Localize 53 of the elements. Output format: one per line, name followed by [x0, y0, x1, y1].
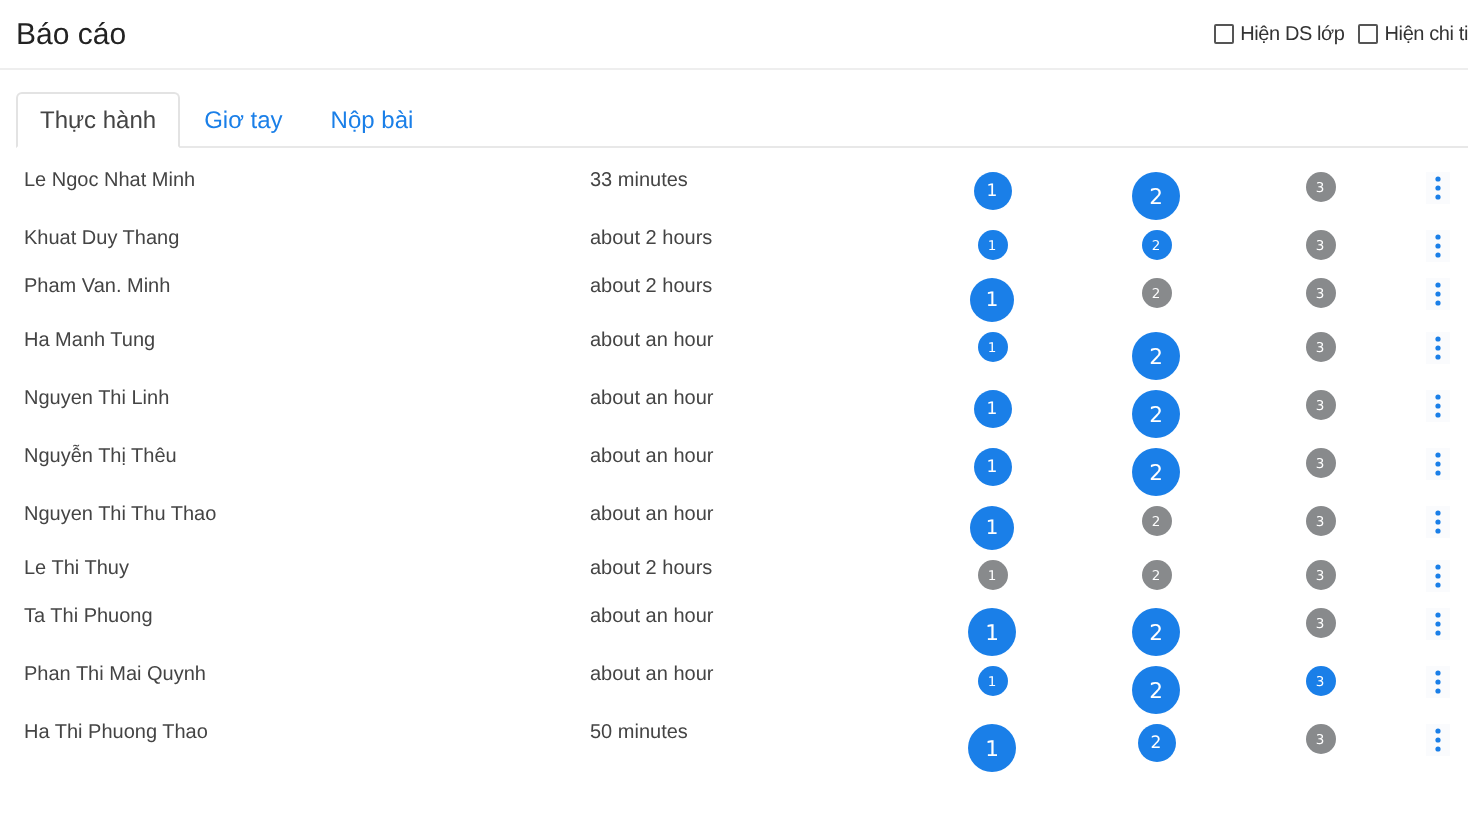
step-badge: 2 — [1132, 390, 1180, 438]
elapsed-time: about 2 hours — [590, 274, 715, 298]
elapsed-time: about an hour — [590, 444, 716, 468]
more-menu-icon[interactable] — [1426, 448, 1450, 480]
step-badge: 2 — [1132, 172, 1180, 220]
student-name: Le Thi Thuy — [24, 556, 131, 580]
tab[interactable]: Giơ tay — [180, 92, 307, 148]
elapsed-time: about 2 hours — [590, 556, 715, 580]
step-badge: 2 — [1132, 608, 1180, 656]
step-badge: 2 — [1132, 666, 1180, 714]
step-badge: 1 — [970, 278, 1014, 322]
student-name: Khuat Duy Thang — [24, 226, 182, 250]
more-menu-icon[interactable] — [1426, 332, 1450, 364]
more-menu-icon[interactable] — [1426, 172, 1450, 204]
elapsed-time: about an hour — [590, 502, 716, 526]
more-menu-icon[interactable] — [1426, 390, 1450, 422]
student-name: Ha Manh Tung — [24, 328, 158, 352]
tab[interactable]: Nộp bài — [306, 92, 438, 148]
student-name: Nguyen Thi Linh — [24, 386, 172, 410]
student-name: Nguyen Thi Thu Thao — [24, 502, 219, 526]
step-badge: 2 — [1132, 332, 1180, 380]
step-badge: 2 — [1137, 724, 1175, 762]
student-name: Pham Van. Minh — [24, 274, 173, 298]
more-menu-icon[interactable] — [1426, 506, 1450, 538]
checkbox-option[interactable]: Hiện chi ti — [1358, 23, 1468, 45]
step-badge: 1 — [973, 448, 1011, 486]
tab[interactable]: Thực hành — [16, 92, 181, 148]
elapsed-time: 33 minutes — [590, 168, 690, 192]
step-badge: 1 — [973, 172, 1011, 210]
step-badge: 1 — [968, 724, 1016, 772]
more-menu-icon[interactable] — [1426, 666, 1450, 698]
student-name: Le Ngoc Nhat Minh — [24, 168, 198, 192]
page-title: Báo cáo — [16, 17, 127, 51]
elapsed-time: 50 minutes — [590, 720, 690, 744]
elapsed-time: about an hour — [590, 386, 716, 410]
more-menu-icon[interactable] — [1426, 608, 1450, 640]
elapsed-time: about an hour — [590, 328, 716, 352]
more-menu-icon[interactable] — [1426, 278, 1450, 310]
more-menu-icon[interactable] — [1426, 560, 1450, 592]
more-menu-icon[interactable] — [1426, 724, 1450, 756]
student-name: Ta Thi Phuong — [24, 604, 155, 628]
step-badge: 1 — [968, 608, 1016, 656]
step-badge: 2 — [1132, 448, 1180, 496]
student-name: Ha Thi Phuong Thao — [24, 720, 210, 744]
elapsed-time: about 2 hours — [590, 226, 715, 250]
step-badge: 1 — [973, 390, 1011, 428]
step-badge: 1 — [970, 506, 1014, 550]
student-name: Phan Thi Mai Quynh — [24, 662, 208, 686]
elapsed-time: about an hour — [590, 604, 716, 628]
checkbox-option[interactable]: Hiện DS lớp — [1214, 23, 1345, 45]
more-menu-icon[interactable] — [1426, 230, 1450, 262]
student-name: Nguyễn Thị Thêu — [24, 444, 179, 468]
elapsed-time: about an hour — [590, 662, 716, 686]
